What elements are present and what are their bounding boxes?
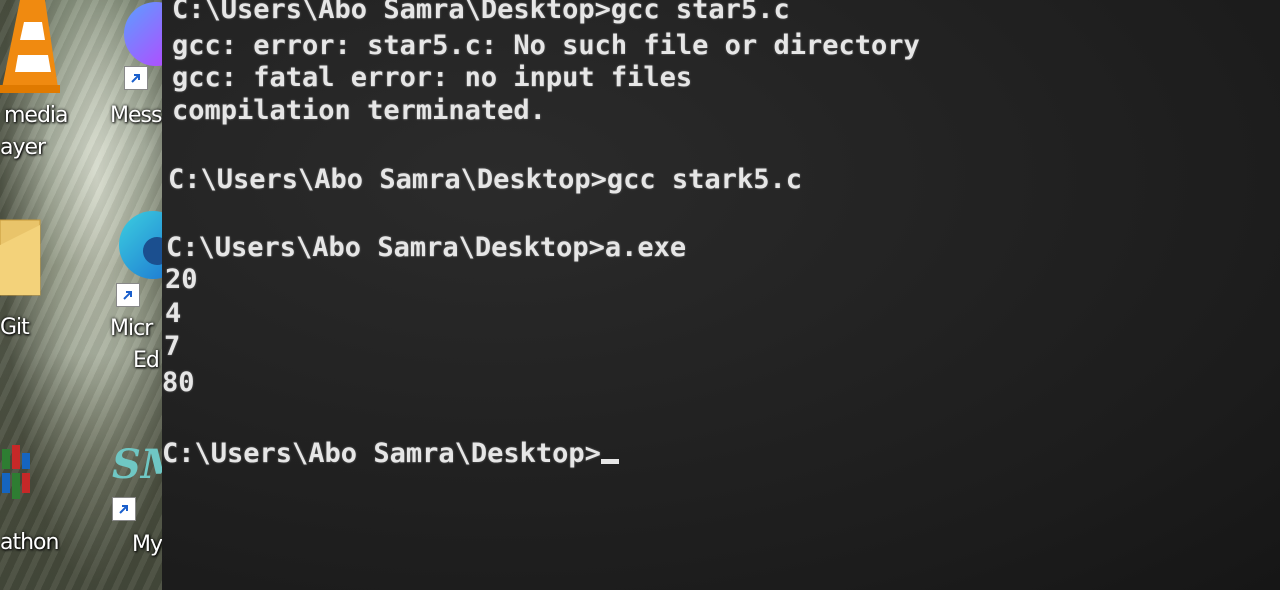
text-cursor — [600, 459, 619, 464]
shortcut-arrow-icon — [112, 497, 136, 521]
edge-label-line2: Ed — [133, 348, 160, 373]
my-app-icon[interactable]: SM — [110, 440, 162, 490]
prompt-text: C:\Users\Abo Samra\Desktop> — [162, 438, 601, 469]
terminal-line: gcc: fatal error: no input files — [172, 62, 693, 93]
my-app-label: My — [132, 532, 162, 557]
shortcut-arrow-icon — [124, 66, 148, 90]
terminal-line: gcc: error: star5.c: No such file or dir… — [172, 30, 920, 61]
vlc-label-line1: media — [4, 103, 69, 128]
messenger-label: Mess — [110, 103, 162, 128]
python-label: athon — [0, 530, 59, 555]
terminal-line: compilation terminated. — [172, 95, 546, 126]
terminal-output: 80 — [162, 367, 195, 398]
terminal-output: 20 — [165, 264, 198, 295]
messenger-icon[interactable] — [122, 0, 162, 70]
terminal-line: C:\Users\Abo Samra\Desktop>gcc stark5.c — [168, 164, 802, 195]
edge-label-line1: Micr — [110, 316, 153, 341]
desktop-background: media ayer Mess Git Micr Ed athon S My — [0, 0, 162, 590]
svg-text:SM: SM — [112, 441, 162, 488]
microsoft-edge-icon[interactable] — [115, 205, 162, 285]
vlc-media-player-icon[interactable] — [0, 0, 60, 95]
terminal-output: 4 — [165, 298, 182, 329]
vlc-label-line2: ayer — [0, 135, 46, 160]
git-label: Git — [0, 315, 30, 340]
terminal-prompt[interactable]: C:\Users\Abo Samra\Desktop> — [162, 440, 619, 467]
command-prompt-window[interactable]: C:\Users\Abo Samra\Desktop>gcc star5.c g… — [162, 0, 1280, 590]
shortcut-arrow-icon — [116, 283, 140, 307]
folder-icon[interactable] — [0, 215, 42, 300]
python-icon[interactable] — [0, 445, 36, 505]
terminal-output: 7 — [164, 331, 181, 362]
terminal-line: C:\Users\Abo Samra\Desktop>a.exe — [166, 232, 687, 263]
terminal-line: C:\Users\Abo Samra\Desktop>gcc star5.c — [172, 0, 790, 25]
